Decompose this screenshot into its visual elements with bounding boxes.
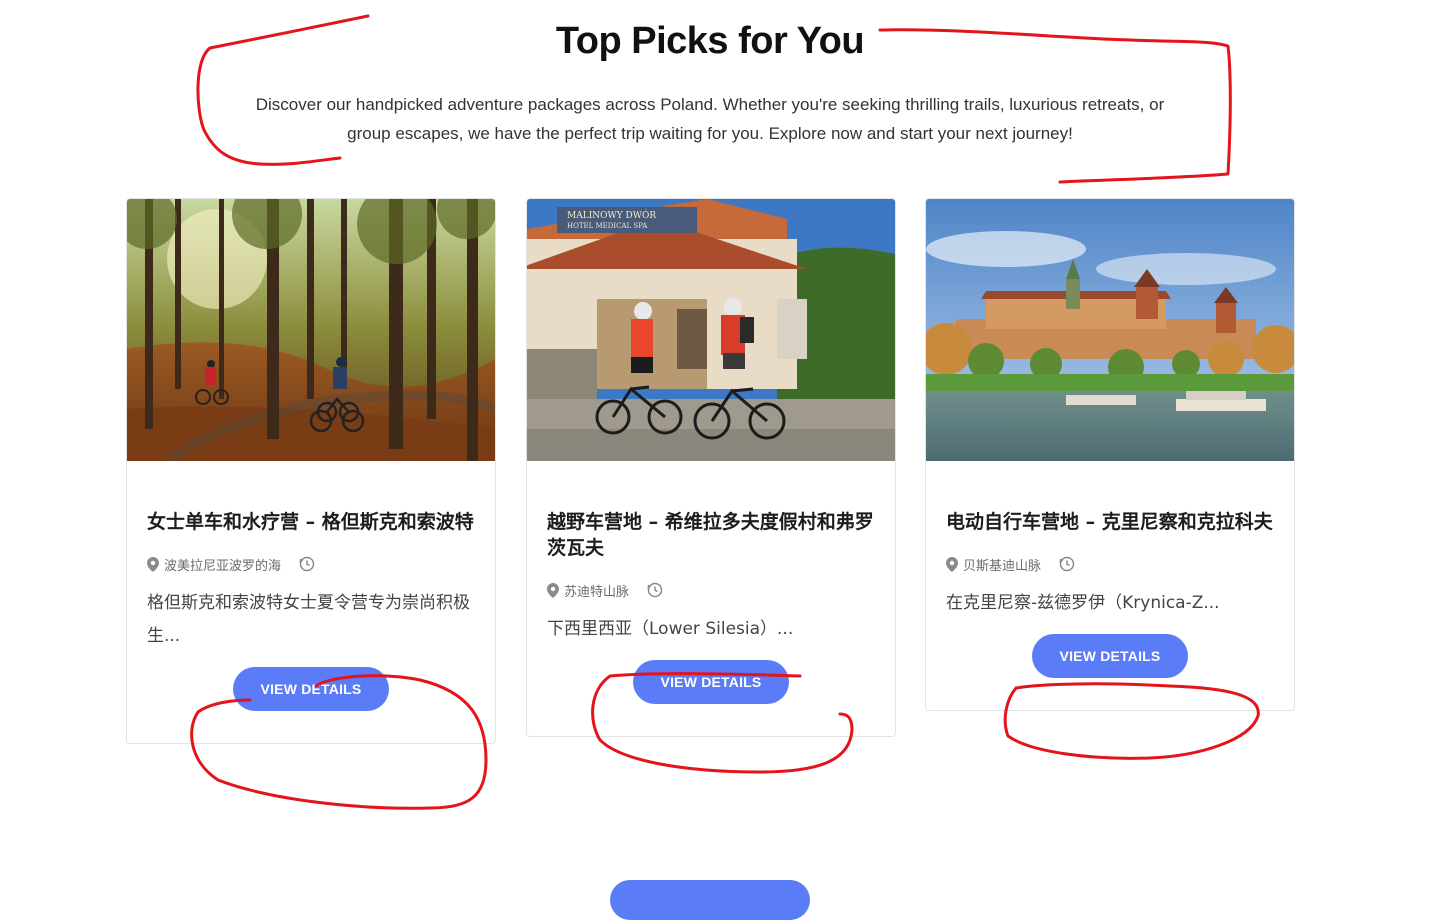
clock-icon	[647, 582, 663, 598]
card-title[interactable]: 电动自行车营地 – 克里尼察和克拉科夫	[946, 509, 1274, 535]
package-card-2[interactable]: MALINOWY DWÓR HOTEL MEDICAL SPA 越野车营地 – …	[526, 198, 896, 737]
card-excerpt: 在克里尼察-兹德罗伊（Krynica-Z...	[946, 593, 1220, 613]
card-excerpt: 下西里西亚（Lower Silesia）...	[547, 619, 794, 639]
view-details-button[interactable]: VIEW DETAILS	[633, 660, 789, 704]
card-meta: 贝斯基迪山脉	[946, 555, 1274, 574]
view-details-button[interactable]: VIEW DETAILS	[233, 667, 389, 711]
clock-icon	[1059, 556, 1075, 572]
location-pin-icon	[946, 556, 958, 572]
card-location: 贝斯基迪山脉	[963, 558, 1042, 574]
view-details-button[interactable]: VIEW DETAILS	[1032, 634, 1188, 678]
subtitle-line-1: Discover our handpicked adventure packag…	[255, 95, 1165, 114]
subtitle-line-2: group escapes, we have the perfect trip …	[347, 124, 1073, 143]
section-subtitle: Discover our handpicked adventure packag…	[230, 90, 1190, 148]
package-card-1[interactable]: 女士单车和水疗营 – 格但斯克和索波特 波美拉尼亚波罗的海 格但斯克和索波特女士…	[126, 198, 496, 744]
card-meta: 波美拉尼亚波罗的海	[147, 555, 475, 574]
card-excerpt: 格但斯克和索波特女士夏令营专为崇尚积极生...	[147, 593, 470, 646]
location-pin-icon	[147, 556, 159, 572]
wawel-castle-river-photo[interactable]	[926, 199, 1294, 461]
section-title: Top Picks for You	[555, 20, 865, 62]
package-card-3[interactable]: 电动自行车营地 – 克里尼察和克拉科夫 贝斯基迪山脉 在克里尼察-兹德罗伊（Kr…	[925, 198, 1295, 711]
card-location: 苏迪特山脉	[564, 584, 630, 600]
card-meta: 苏迪特山脉	[547, 581, 875, 600]
forest-cycling-photo[interactable]	[127, 199, 495, 461]
clock-icon	[299, 556, 315, 572]
card-location: 波美拉尼亚波罗的海	[164, 558, 282, 574]
card-title[interactable]: 女士单车和水疗营 – 格但斯克和索波特	[147, 509, 475, 535]
location-pin-icon	[547, 582, 559, 598]
svg-text:HOTEL MEDICAL SPA: HOTEL MEDICAL SPA	[567, 222, 648, 230]
spa-hotel-cyclists-photo[interactable]: MALINOWY DWÓR HOTEL MEDICAL SPA	[527, 199, 895, 461]
svg-text:MALINOWY DWÓR: MALINOWY DWÓR	[567, 209, 656, 221]
view-all-button[interactable]	[610, 880, 810, 920]
card-title[interactable]: 越野车营地 – 希维拉多夫度假村和弗罗茨瓦夫	[547, 509, 875, 561]
